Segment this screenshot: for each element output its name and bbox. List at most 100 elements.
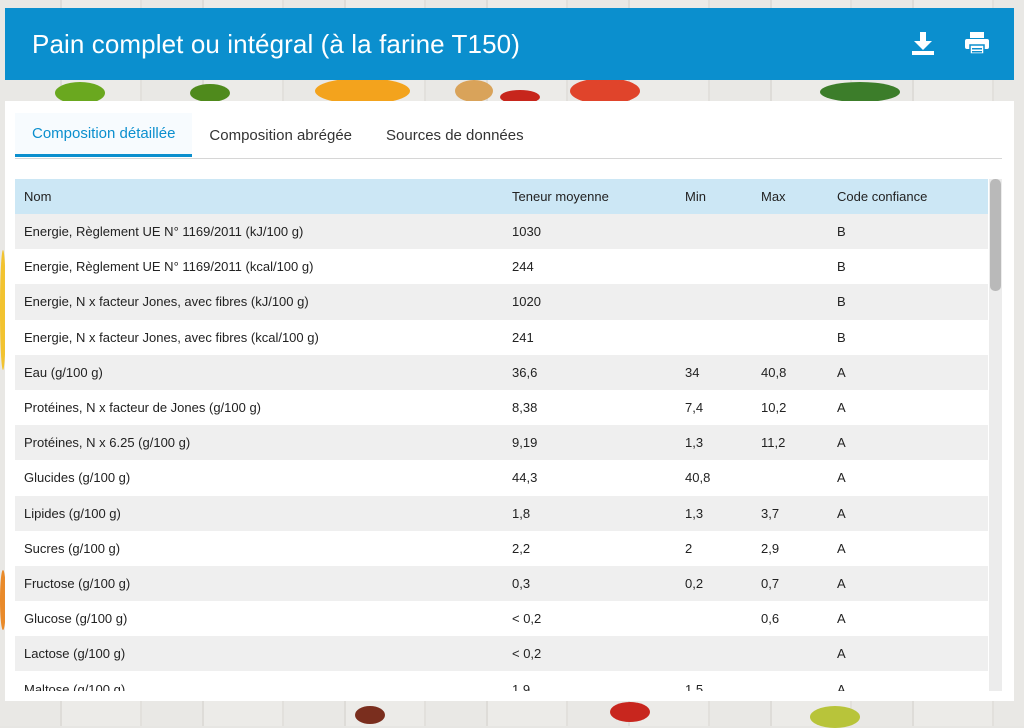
cell-max bbox=[752, 319, 828, 355]
cell-min: 7,4 bbox=[676, 389, 752, 426]
column-header-teneur[interactable]: Teneur moyenne bbox=[503, 179, 676, 214]
cell-max bbox=[752, 284, 828, 320]
cell-min: 40,8 bbox=[676, 460, 752, 496]
cell-nom: Lipides (g/100 g) bbox=[15, 495, 503, 531]
cell-max bbox=[752, 249, 828, 285]
cell-min: 1,3 bbox=[676, 425, 752, 461]
tab-bar: Composition détaillée Composition abrégé… bbox=[15, 113, 1002, 159]
table-row[interactable]: Lipides (g/100 g) 1,8 1,3 3,7 A bbox=[15, 495, 988, 531]
table-row[interactable]: Sucres (g/100 g) 2,2 2 2,9 A bbox=[15, 530, 988, 566]
cell-teneur: 9,19 bbox=[503, 425, 676, 461]
cell-code: B bbox=[828, 249, 988, 285]
column-header-nom[interactable]: Nom bbox=[15, 179, 503, 214]
scrollbar-thumb[interactable] bbox=[990, 179, 1001, 291]
column-header-code-confiance[interactable]: Code confiance bbox=[828, 179, 988, 214]
cell-nom: Eau (g/100 g) bbox=[15, 354, 503, 390]
cell-max: 0,6 bbox=[752, 601, 828, 637]
tab-composition-detaillee[interactable]: Composition détaillée bbox=[15, 113, 193, 157]
cell-teneur: 0,3 bbox=[503, 565, 676, 602]
cell-min bbox=[676, 214, 752, 250]
cell-teneur: 244 bbox=[503, 249, 676, 285]
cell-teneur: < 0,2 bbox=[503, 636, 676, 672]
column-header-min[interactable]: Min bbox=[676, 179, 752, 214]
cell-code: B bbox=[828, 319, 988, 355]
cell-teneur: 44,3 bbox=[503, 460, 676, 496]
cell-min: 1,3 bbox=[676, 495, 752, 531]
column-header-max[interactable]: Max bbox=[752, 179, 828, 214]
table-row[interactable]: Protéines, N x facteur de Jones (g/100 g… bbox=[15, 389, 988, 426]
cell-code: A bbox=[828, 636, 988, 672]
composition-table-container: Nom Teneur moyenne Min Max Code confianc… bbox=[15, 179, 988, 691]
composition-table: Nom Teneur moyenne Min Max Code confianc… bbox=[15, 179, 988, 691]
cell-teneur: 1,8 bbox=[503, 495, 676, 531]
table-row[interactable]: Protéines, N x 6.25 (g/100 g) 9,19 1,3 11,2… bbox=[15, 425, 988, 461]
table-row[interactable]: Energie, Règlement UE N° 1169/2011 (kJ/1… bbox=[15, 214, 988, 250]
table-row[interactable]: Fructose (g/100 g) 0,3 0,2 0,7 A bbox=[15, 565, 988, 602]
table-row[interactable]: Lactose (g/100 g) < 0,2 A bbox=[15, 636, 988, 672]
table-row[interactable]: Maltose (g/100 g) 1,9 1,5 A bbox=[15, 671, 988, 691]
cell-teneur: 36,6 bbox=[503, 354, 676, 390]
cell-teneur: 241 bbox=[503, 319, 676, 355]
cell-nom: Glucose (g/100 g) bbox=[15, 601, 503, 637]
cell-code: B bbox=[828, 214, 988, 250]
cell-max bbox=[752, 460, 828, 496]
cell-teneur: 8,38 bbox=[503, 389, 676, 426]
cell-nom: Fructose (g/100 g) bbox=[15, 565, 503, 602]
cell-code: B bbox=[828, 284, 988, 320]
tab-composition-abregee[interactable]: Composition abrégée bbox=[192, 113, 369, 157]
cell-nom: Protéines, N x 6.25 (g/100 g) bbox=[15, 425, 503, 461]
table-row[interactable]: Energie, N x facteur Jones, avec fibres … bbox=[15, 284, 988, 320]
table-row[interactable]: Eau (g/100 g) 36,6 34 40,8 A bbox=[15, 354, 988, 390]
cell-teneur: 1020 bbox=[503, 284, 676, 320]
table-row[interactable]: Glucose (g/100 g) < 0,2 0,6 A bbox=[15, 601, 988, 637]
cell-teneur: < 0,2 bbox=[503, 601, 676, 637]
cell-max: 40,8 bbox=[752, 354, 828, 390]
cell-code: A bbox=[828, 425, 988, 461]
cell-max: 2,9 bbox=[752, 530, 828, 566]
table-scrollbar[interactable] bbox=[989, 179, 1002, 691]
cell-nom: Energie, Règlement UE N° 1169/2011 (kcal… bbox=[15, 249, 503, 285]
cell-max bbox=[752, 636, 828, 672]
cell-max: 11,2 bbox=[752, 425, 828, 461]
cell-nom: Energie, N x facteur Jones, avec fibres … bbox=[15, 284, 503, 320]
cell-min bbox=[676, 636, 752, 672]
table-row[interactable]: Energie, N x facteur Jones, avec fibres … bbox=[15, 319, 988, 355]
cell-min bbox=[676, 249, 752, 285]
cell-code: A bbox=[828, 354, 988, 390]
cell-code: A bbox=[828, 460, 988, 496]
cell-nom: Maltose (g/100 g) bbox=[15, 671, 503, 691]
cell-teneur: 2,2 bbox=[503, 530, 676, 566]
cell-code: A bbox=[828, 671, 988, 691]
cell-nom: Lactose (g/100 g) bbox=[15, 636, 503, 672]
content-panel: Composition détaillée Composition abrégé… bbox=[5, 101, 1014, 701]
cell-min bbox=[676, 319, 752, 355]
cell-teneur: 1030 bbox=[503, 214, 676, 250]
cell-min: 34 bbox=[676, 354, 752, 390]
tab-sources-de-donnees[interactable]: Sources de données bbox=[369, 113, 541, 157]
cell-max: 3,7 bbox=[752, 495, 828, 531]
cell-code: A bbox=[828, 495, 988, 531]
cell-min: 1,5 bbox=[676, 671, 752, 691]
cell-nom: Sucres (g/100 g) bbox=[15, 530, 503, 566]
cell-max: 0,7 bbox=[752, 565, 828, 602]
cell-nom: Glucides (g/100 g) bbox=[15, 460, 503, 496]
print-icon[interactable] bbox=[964, 30, 990, 56]
cell-max: 10,2 bbox=[752, 389, 828, 426]
cell-code: A bbox=[828, 389, 988, 426]
page-header: Pain complet ou intégral (à la farine T1… bbox=[5, 8, 1014, 80]
cell-min bbox=[676, 284, 752, 320]
cell-code: A bbox=[828, 565, 988, 602]
cell-code: A bbox=[828, 530, 988, 566]
cell-min: 0,2 bbox=[676, 565, 752, 602]
table-row[interactable]: Energie, Règlement UE N° 1169/2011 (kcal… bbox=[15, 249, 988, 285]
download-icon[interactable] bbox=[910, 30, 936, 56]
cell-min bbox=[676, 601, 752, 637]
cell-nom: Energie, Règlement UE N° 1169/2011 (kJ/1… bbox=[15, 214, 503, 250]
table-header-row: Nom Teneur moyenne Min Max Code confianc… bbox=[15, 179, 988, 214]
cell-code: A bbox=[828, 601, 988, 637]
page-title: Pain complet ou intégral (à la farine T1… bbox=[32, 28, 520, 59]
table-row[interactable]: Glucides (g/100 g) 44,3 40,8 A bbox=[15, 460, 988, 496]
cell-teneur: 1,9 bbox=[503, 671, 676, 691]
cell-nom: Protéines, N x facteur de Jones (g/100 g… bbox=[15, 389, 503, 426]
cell-nom: Energie, N x facteur Jones, avec fibres … bbox=[15, 319, 503, 355]
